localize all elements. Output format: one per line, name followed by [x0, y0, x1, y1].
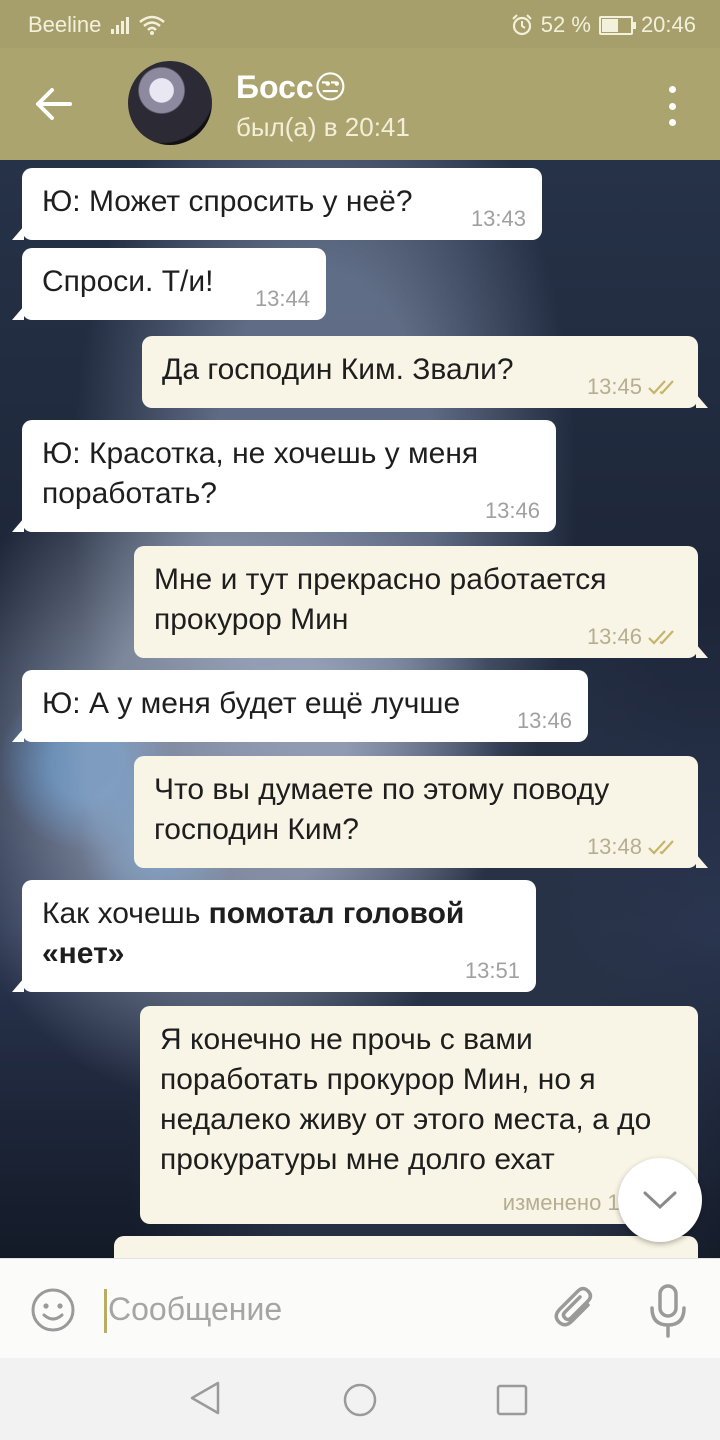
status-bar: Beeline 52 % 20:46: [0, 0, 720, 48]
message-bubble-outgoing[interactable]: Да господин Ким. Звали? 13:45: [142, 336, 708, 408]
message-bubble-outgoing[interactable]: Я конечно не прочь с вами поработать про…: [140, 1006, 698, 1224]
message-text: Как хочешь: [42, 897, 209, 930]
status-right: 52 % 20:46: [511, 12, 696, 38]
double-check-icon: [648, 380, 674, 395]
message-time: 13:51: [464, 958, 520, 983]
arrow-left-icon[interactable]: [34, 86, 74, 122]
message-input[interactable]: Сообщение: [108, 1291, 282, 1328]
message-list[interactable]: Ю: Может спросить у неё? 13:43 Спроси. Т…: [0, 160, 720, 1258]
carrier-name: Beeline: [28, 12, 102, 37]
scroll-down-button[interactable]: [618, 1158, 702, 1242]
smiley-icon[interactable]: [30, 1287, 76, 1333]
status-left: Beeline: [28, 12, 166, 38]
message-bubble-incoming[interactable]: Как хочешь помотал головой «нет» 13:51: [12, 880, 536, 992]
battery-percent: 52 %: [540, 12, 591, 37]
message-time: 13:46: [484, 498, 540, 523]
battery-icon: [598, 15, 636, 35]
microphone-icon[interactable]: [646, 1283, 690, 1339]
message-bubble-incoming[interactable]: Ю: Может спросить у неё? 13:43: [12, 168, 542, 240]
message-text: Ю: Красотка, не хочешь у меня поработать…: [42, 437, 479, 510]
avatar[interactable]: [128, 61, 212, 145]
message-bubble-outgoing-partial[interactable]: [114, 1236, 698, 1258]
chat-header: Босс😒 был(а) в 20:41: [0, 48, 720, 160]
message-text: Я конечно не прочь с вами поработать про…: [160, 1023, 652, 1176]
double-check-icon: [648, 630, 674, 645]
message-time: 13:44: [254, 286, 310, 311]
nav-home-icon[interactable]: [342, 1382, 378, 1418]
signal-icon: [111, 16, 130, 34]
double-check-icon: [648, 840, 674, 855]
text-cursor: [104, 1289, 107, 1333]
message-time: 13:48: [586, 834, 642, 859]
paperclip-icon[interactable]: [552, 1285, 600, 1337]
message-text: Спроси. Т/и!: [42, 265, 214, 298]
message-bubble-incoming[interactable]: Ю: А у меня будет ещё лучше 13:46: [12, 670, 588, 742]
message-time: 13:43: [470, 206, 526, 231]
message-text: Да господин Ким. Звали?: [162, 353, 514, 386]
message-bubble-incoming[interactable]: Ю: Красотка, не хочешь у меня поработать…: [12, 420, 556, 532]
message-text: Мне и тут прекрасно работается прокурор …: [154, 563, 607, 636]
wifi-icon: [139, 15, 166, 35]
last-seen-status: был(а) в 20:41: [236, 112, 410, 142]
chevron-down-icon: [643, 1191, 677, 1210]
clock: 20:46: [640, 12, 696, 37]
message-bubble-outgoing[interactable]: Мне и тут прекрасно работается прокурор …: [134, 546, 708, 658]
message-bubble-incoming[interactable]: Спроси. Т/и! 13:44: [12, 248, 326, 320]
message-composer: Сообщение: [0, 1258, 720, 1359]
nav-recents-icon[interactable]: [496, 1384, 528, 1416]
contact-name[interactable]: Босс😒: [236, 68, 347, 106]
more-vertical-icon[interactable]: [662, 86, 682, 126]
message-text: Ю: А у меня будет ещё лучше: [42, 687, 461, 720]
nav-back-icon[interactable]: [188, 1380, 222, 1416]
message-text: Что вы думаете по этому поводу господин …: [154, 773, 610, 846]
message-text: Ю: Может спросить у неё?: [42, 185, 413, 218]
message-time: 13:45: [586, 374, 642, 399]
message-time: 13:46: [586, 624, 642, 649]
message-time: 13:46: [516, 708, 572, 733]
message-bubble-outgoing[interactable]: Что вы думаете по этому поводу господин …: [134, 756, 708, 868]
alarm-icon: [512, 14, 532, 36]
system-navigation-bar: [0, 1358, 720, 1440]
